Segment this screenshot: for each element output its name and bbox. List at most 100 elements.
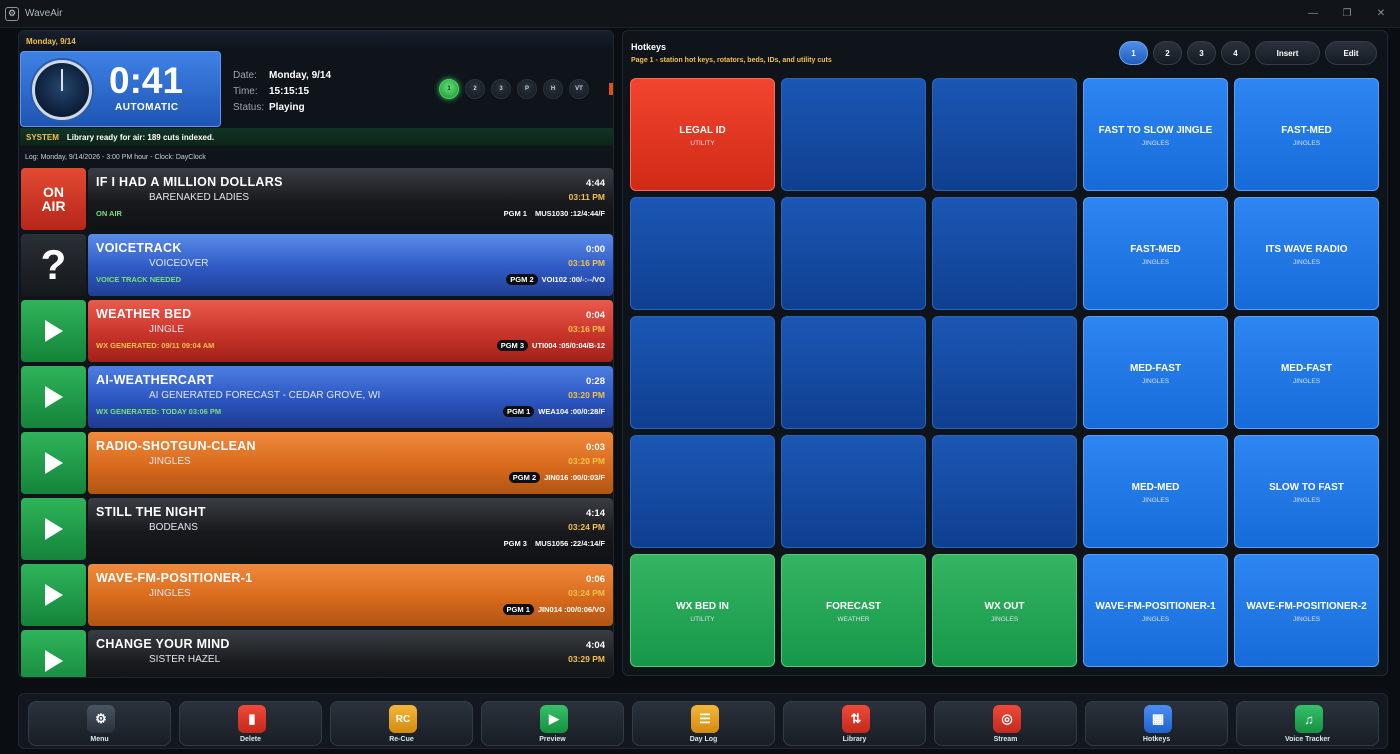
hotkey-forecast[interactable]: FORECAST WEATHER bbox=[781, 554, 926, 667]
hotkey-empty[interactable] bbox=[630, 316, 775, 429]
on-air-label: ON AIR bbox=[41, 184, 66, 214]
play-icon[interactable] bbox=[21, 300, 86, 362]
hotkey-page-4-button[interactable]: 4 bbox=[1221, 41, 1250, 65]
queue-item[interactable]: AI-WEATHERCART AI GENERATED FORECAST - CE… bbox=[21, 366, 613, 428]
queue-item[interactable]: WEATHER BED JINGLE 0:04 03:16 PM WX GENERATE… bbox=[21, 300, 613, 362]
hotkey-label: ITS WAVE RADIO bbox=[1265, 244, 1348, 255]
restore-icon[interactable]: ❐ bbox=[1340, 7, 1354, 21]
queue-item-body[interactable]: VOICETRACK VOICEOVER 0:00 03:16 PM VOICE TRA… bbox=[88, 234, 613, 296]
hotkey-legal-id[interactable]: LEGAL ID UTILITY bbox=[630, 78, 775, 191]
hotkey-empty[interactable] bbox=[932, 78, 1077, 191]
hotkey-page-2-button[interactable]: 2 bbox=[1153, 41, 1182, 65]
hotkey-fast-med[interactable]: FAST-MED JINGLES bbox=[1083, 197, 1228, 310]
hotkey-empty[interactable] bbox=[932, 435, 1077, 548]
hotkey-med-fast[interactable]: MED-FAST JINGLES bbox=[1234, 316, 1379, 429]
hotkey-wave-fm-positioner-2[interactable]: WAVE-FM-POSITIONER-2 JINGLES bbox=[1234, 554, 1379, 667]
hotkey-category: JINGLES bbox=[1292, 616, 1321, 623]
hotkey-wave-fm-positioner-1[interactable]: WAVE-FM-POSITIONER-1 JINGLES bbox=[1083, 554, 1228, 667]
voicetrack-question-icon[interactable]: ? bbox=[21, 234, 86, 296]
library-button[interactable]: ⇅ Library bbox=[783, 701, 926, 746]
queue-item[interactable]: ? VOICETRACK VOICEOVER 0:00 03:16 PM VOICE TR… bbox=[21, 234, 613, 296]
track-meta: PGM 1 MUS1030 :12/4:44/F bbox=[500, 208, 605, 219]
preview-button[interactable]: ▶ Preview bbox=[481, 701, 624, 746]
minimize-icon[interactable]: — bbox=[1306, 7, 1320, 21]
play-icon[interactable] bbox=[21, 366, 86, 428]
play-queue: ON AIR IF I HAD A MILLION DOLLARS BARENAKE… bbox=[21, 168, 613, 677]
insert-button[interactable]: Insert bbox=[1255, 41, 1320, 65]
hotkey-label: WAVE-FM-POSITIONER-1 bbox=[1095, 601, 1216, 612]
channel-button-3[interactable]: 3 bbox=[491, 79, 511, 99]
queue-item[interactable]: RADIO-SHOTGUN-CLEAN JINGLES 0:03 03:20 PM PG… bbox=[21, 432, 613, 494]
date-label: Date: bbox=[233, 70, 257, 81]
play-icon[interactable] bbox=[21, 564, 86, 626]
hotkey-med-med[interactable]: MED-MED JINGLES bbox=[1083, 435, 1228, 548]
voicetracker-button[interactable]: ♫ Voice Tracker bbox=[1236, 701, 1379, 746]
hotkey-empty[interactable] bbox=[781, 197, 926, 310]
hotkey-empty[interactable] bbox=[630, 197, 775, 310]
channel-button-p[interactable]: P bbox=[517, 79, 537, 99]
track-start-time: 03:20 PM bbox=[568, 456, 605, 466]
question-mark: ? bbox=[40, 241, 67, 288]
track-start-time: 03:16 PM bbox=[568, 258, 605, 268]
status-value: Playing bbox=[269, 102, 305, 113]
daylog-button[interactable]: ☰ Day Log bbox=[632, 701, 775, 746]
track-start-time: 03:16 PM bbox=[568, 324, 605, 334]
hotkey-fast-to-slow-jingle[interactable]: FAST TO SLOW JINGLE JINGLES bbox=[1083, 78, 1228, 191]
close-icon[interactable]: ✕ bbox=[1374, 7, 1388, 21]
play-icon[interactable] bbox=[21, 432, 86, 494]
edit-button[interactable]: Edit bbox=[1325, 41, 1377, 65]
queue-item-body[interactable]: WAVE-FM-POSITIONER-1 JINGLES 0:06 03:24 PM P… bbox=[88, 564, 613, 626]
on-air-indicator[interactable]: ON AIR bbox=[21, 168, 86, 230]
track-artist: BODEANS bbox=[149, 522, 198, 533]
queue-item[interactable]: CHANGE YOUR MIND SISTER HAZEL 4:04 03:29 PM bbox=[21, 630, 613, 677]
queue-item-body[interactable]: WEATHER BED JINGLE 0:04 03:16 PM WX GENERATE… bbox=[88, 300, 613, 362]
queue-item[interactable]: WAVE-FM-POSITIONER-1 JINGLES 0:06 03:24 PM P… bbox=[21, 564, 613, 626]
hotkeys-button[interactable]: ▦ Hotkeys bbox=[1085, 701, 1228, 746]
hotkey-page-1-button[interactable]: 1 bbox=[1119, 41, 1148, 65]
hotkey-category: WEATHER bbox=[837, 616, 870, 623]
hotkey-empty[interactable] bbox=[630, 435, 775, 548]
queue-item[interactable]: ON AIR IF I HAD A MILLION DOLLARS BARENAKE… bbox=[21, 168, 613, 230]
hotkey-empty[interactable] bbox=[932, 316, 1077, 429]
channel-button-h[interactable]: H bbox=[543, 79, 563, 99]
hotkey-fast-med[interactable]: FAST-MED JINGLES bbox=[1234, 78, 1379, 191]
track-start-time: 03:29 PM bbox=[568, 654, 605, 664]
menu-label: Menu bbox=[90, 736, 109, 743]
queue-item-body[interactable]: IF I HAD A MILLION DOLLARS BARENAKED LADI… bbox=[88, 168, 613, 230]
hotkey-page-3-button[interactable]: 3 bbox=[1187, 41, 1216, 65]
channel-button-1[interactable]: 1 bbox=[439, 79, 459, 99]
hotkey-empty[interactable] bbox=[781, 78, 926, 191]
queue-item-body[interactable]: STILL THE NIGHT BODEANS 4:14 03:24 PM PGM 3 M… bbox=[88, 498, 613, 560]
library-label: Library bbox=[842, 736, 867, 743]
hotkey-wx-out[interactable]: WX OUT JINGLES bbox=[932, 554, 1077, 667]
stream-button[interactable]: ◎ Stream bbox=[934, 701, 1077, 746]
play-triangle bbox=[44, 320, 63, 342]
channel-button-vt[interactable]: VT bbox=[569, 79, 589, 99]
hotkey-empty[interactable] bbox=[781, 435, 926, 548]
play-icon[interactable] bbox=[21, 498, 86, 560]
delete-button[interactable]: ▮ Delete bbox=[179, 701, 322, 746]
hotkey-wx-bed-in[interactable]: WX BED IN UTILITY bbox=[630, 554, 775, 667]
queue-item[interactable]: STILL THE NIGHT BODEANS 4:14 03:24 PM PGM 3 M… bbox=[21, 498, 613, 560]
recue-label: Re-Cue bbox=[389, 736, 414, 743]
menu-button[interactable]: ⚙ Menu bbox=[28, 701, 171, 746]
track-title: CHANGE YOUR MIND bbox=[96, 637, 230, 651]
automation-mode[interactable]: AUTOMATIC bbox=[115, 102, 179, 113]
trash-icon: ▮ bbox=[238, 705, 266, 733]
recue-button[interactable]: RC Re-Cue bbox=[330, 701, 473, 746]
channel-button-2[interactable]: 2 bbox=[465, 79, 485, 99]
sort-arrows-icon: ⇅ bbox=[842, 705, 870, 733]
hotkey-its-wave-radio[interactable]: ITS WAVE RADIO JINGLES bbox=[1234, 197, 1379, 310]
hotkey-category: JINGLES bbox=[1292, 378, 1321, 385]
status-info: Date: Monday, 9/14 Time: 15:15:15 Status: P… bbox=[233, 68, 331, 116]
hotkey-empty[interactable] bbox=[932, 197, 1077, 310]
queue-item-body[interactable]: CHANGE YOUR MIND SISTER HAZEL 4:04 03:29 PM bbox=[88, 630, 613, 677]
queue-item-body[interactable]: RADIO-SHOTGUN-CLEAN JINGLES 0:03 03:20 PM PG… bbox=[88, 432, 613, 494]
hotkey-category: JINGLES bbox=[1292, 497, 1321, 504]
hotkey-slow-to-fast[interactable]: SLOW TO FAST JINGLES bbox=[1234, 435, 1379, 548]
cut-code: MUS1056 :22/4:14/F bbox=[534, 539, 605, 548]
hotkey-med-fast[interactable]: MED-FAST JINGLES bbox=[1083, 316, 1228, 429]
play-icon[interactable] bbox=[21, 630, 86, 677]
hotkey-empty[interactable] bbox=[781, 316, 926, 429]
queue-item-body[interactable]: AI-WEATHERCART AI GENERATED FORECAST - CE… bbox=[88, 366, 613, 428]
